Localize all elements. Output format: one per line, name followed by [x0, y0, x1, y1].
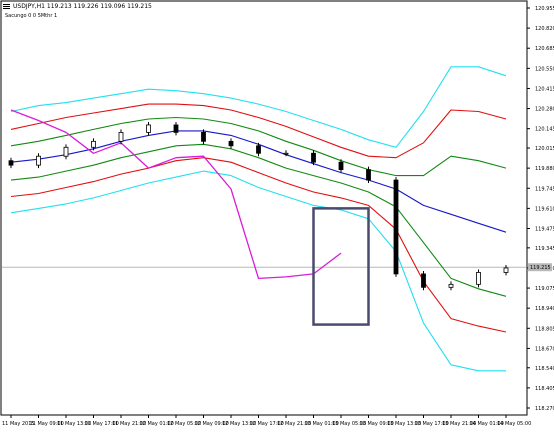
symbol-ohlc-label: USDJPY,H1 119.213 119.226 119.096 119.21…	[13, 3, 152, 10]
highlight-boxes	[312, 207, 370, 326]
price-tick-label: 119.075	[535, 286, 554, 292]
bear-candle	[201, 131, 206, 142]
price-tick-label: 118.940	[535, 306, 554, 312]
price-tick-label: 119.475	[535, 226, 554, 232]
bear-candle	[256, 145, 261, 154]
time-tick-label: 14 May 05:00	[497, 421, 531, 427]
bull-candle	[476, 272, 481, 285]
price-tick-label: 118.540	[535, 366, 554, 372]
bull-candle	[63, 146, 69, 157]
price-chart[interactable]: 120.955 120.820 120.685 120.550 120.415 120.2…	[0, 0, 554, 434]
time-axis: 11 May 201511 May 09:0011 May 13:0011 Ma…	[2, 415, 531, 427]
price-tick-label: 119.345	[535, 246, 554, 252]
price-tick-label: 120.550	[535, 66, 554, 72]
price-tick-label: 119.880	[535, 166, 554, 172]
bb-lower-3sigma-line	[10, 170, 506, 372]
price-tick-label: 120.280	[535, 107, 554, 113]
price-tick-label: 120.820	[535, 26, 554, 32]
price-tick-label: 120.145	[535, 127, 554, 133]
bear-candle	[421, 273, 426, 288]
price-tick-label: 119.610	[535, 206, 554, 212]
bb-lower-1sigma-line	[10, 143, 507, 297]
indicator-lines	[10, 66, 507, 372]
price-tick-label: 120.955	[535, 6, 554, 12]
bear-candle	[173, 124, 179, 133]
price-tick-label: 119.745	[535, 186, 554, 192]
bb-lower-2sigma-line	[10, 157, 507, 333]
highlight-box-left	[312, 207, 370, 326]
bb-upper-3sigma-line	[10, 66, 507, 148]
price-tick-label: 118.405	[535, 386, 554, 392]
candlesticks	[8, 121, 509, 291]
current-price-line: 119.215	[2, 263, 552, 272]
bear-candle	[228, 140, 234, 147]
price-tick-label: 120.015	[535, 146, 554, 152]
chart-menu-icon[interactable]	[3, 4, 10, 9]
indicator-label: Sacungo 0 0 5Mthr 1	[5, 13, 58, 19]
price-tick-label: 118.670	[535, 346, 554, 352]
bull-candle	[283, 152, 289, 155]
chart-window[interactable]: 120.955 120.820 120.685 120.550 120.415 120.2…	[0, 0, 554, 434]
bear-candle	[338, 161, 344, 171]
bear-candle	[366, 169, 371, 181]
bull-candle	[91, 140, 96, 148]
price-tick-label: 120.685	[535, 46, 554, 52]
current-price-label: 119.215	[530, 265, 551, 271]
bull-candle	[118, 131, 124, 142]
bull-candle	[36, 155, 41, 166]
bull-candle	[146, 124, 151, 133]
chart-border	[0, 0, 528, 416]
bull-candle	[448, 283, 454, 288]
price-tick-label: 118.805	[535, 326, 554, 332]
price-tick-label: 118.270	[535, 406, 554, 412]
bear-candle	[8, 160, 14, 166]
symbol-label: USDJPY,H1	[13, 3, 45, 10]
ohlc-values: 119.213 119.226 119.096 119.215	[46, 3, 152, 10]
bull-candle	[503, 267, 509, 273]
bear-candle	[311, 152, 316, 163]
bear-candle	[393, 179, 399, 275]
price-axis: 120.955 120.820 120.685 120.550 120.415 120.2…	[527, 6, 554, 412]
price-tick-label: 120.415	[535, 86, 554, 92]
